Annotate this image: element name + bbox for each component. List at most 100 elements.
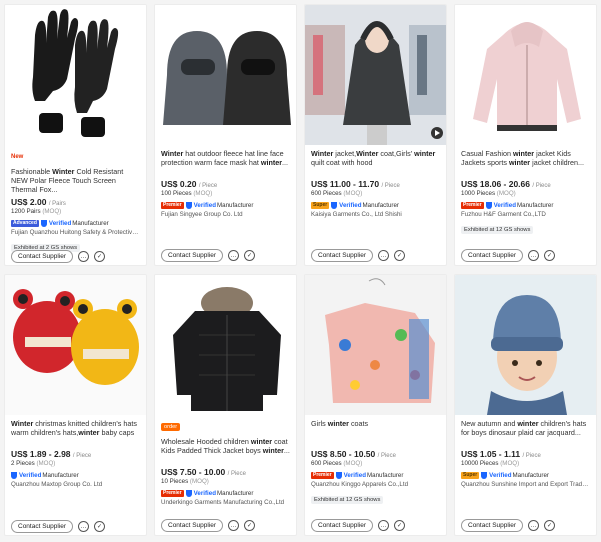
product-card[interactable]: Winter jacket,Winter coat,Girls' winter … <box>304 4 447 266</box>
manufacturer-label: Manufacturer <box>512 471 549 479</box>
product-info: Winter hat outdoor fleece hat line face … <box>155 149 296 218</box>
supplier-name[interactable]: Quanzhou Kinggo Apparels Co.,Ltd <box>311 481 440 488</box>
supplier-name[interactable]: Kaisiya Garments Co., Ltd Shishi <box>311 211 440 218</box>
supplier-name[interactable]: Quanzhou Maxtop Group Co. Ltd <box>11 481 140 488</box>
price: US$ 1.89 - 2.98 / Piece <box>11 449 140 459</box>
chat-icon[interactable]: … <box>528 250 540 261</box>
verified-label: Verified <box>48 219 72 227</box>
product-image[interactable] <box>155 5 296 145</box>
moq-quantity: 10 Pieces <box>161 478 189 485</box>
moq-label: (MOQ) <box>189 478 209 485</box>
manufacturer-label: Manufacturer <box>366 471 404 479</box>
supplier-badges: Premier Verified Manufacturer <box>161 201 290 209</box>
product-title[interactable]: Fashionable Winter Cold Resistant NEW Po… <box>11 167 140 194</box>
moq-label: (MOQ) <box>343 460 363 467</box>
contact-supplier-button[interactable]: Contact Supplier <box>311 249 374 262</box>
verified-shield-icon <box>185 201 192 209</box>
product-image[interactable] <box>455 275 596 415</box>
supplier-name[interactable]: Fuzhou H&F Garment Co.,LTD <box>461 211 590 218</box>
product-image[interactable] <box>305 5 446 145</box>
moq-quantity: 2 Pieces <box>11 460 35 467</box>
checkmark-icon[interactable]: ✓ <box>394 250 406 261</box>
verified-shield-icon <box>185 489 192 497</box>
super-badge: Super <box>461 471 480 479</box>
product-card[interactable]: New Fashionable Winter Cold Resistant NE… <box>4 4 147 266</box>
price: US$ 8.50 - 10.50 / Piece <box>311 449 440 459</box>
supplier-name[interactable]: Underkingo Garments Manufacturing Co.,Lt… <box>161 499 290 506</box>
price-value: US$ 1.89 - 2.98 <box>11 449 71 459</box>
chat-icon[interactable]: … <box>78 251 90 262</box>
checkmark-icon[interactable]: ✓ <box>394 520 406 531</box>
contact-supplier-button[interactable]: Contact Supplier <box>311 519 374 532</box>
product-image[interactable] <box>5 5 146 145</box>
verified-shield-icon <box>11 471 17 479</box>
verified-label: Verified <box>339 201 362 209</box>
chat-icon[interactable]: … <box>228 520 240 531</box>
moq: 600 Pieces (MOQ) <box>311 190 440 197</box>
product-title[interactable]: Winter jacket,Winter coat,Girls' winter … <box>311 149 440 176</box>
product-card[interactable]: New autumn and winter children's hats fo… <box>454 274 597 536</box>
chat-icon[interactable]: … <box>528 520 540 531</box>
product-title[interactable]: New autumn and winter children's hats fo… <box>461 419 590 446</box>
card-actions: Contact Supplier … ✓ <box>11 520 106 533</box>
manufacturer-label: Manufacturer <box>42 471 79 479</box>
price: US$ 7.50 - 10.00 / Piece <box>161 467 290 477</box>
contact-supplier-button[interactable]: Contact Supplier <box>461 249 524 262</box>
product-card[interactable]: Winter hat outdoor fleece hat line face … <box>154 4 297 266</box>
checkmark-icon[interactable]: ✓ <box>544 520 556 531</box>
price-unit: / Piece <box>522 453 541 459</box>
moq: 100 Pieces (MOQ) <box>161 190 290 197</box>
product-image[interactable] <box>305 275 446 415</box>
product-card[interactable]: Girls winter coats US$ 8.50 - 10.50 / Pi… <box>304 274 447 536</box>
price-unit: / Pairs <box>48 201 66 207</box>
manufacturer-label: Manufacturer <box>216 201 254 209</box>
checkmark-icon[interactable]: ✓ <box>94 521 106 532</box>
product-title[interactable]: Wholesale Hooded children winter coat Ki… <box>161 437 290 464</box>
price-unit: / Piece <box>198 183 218 189</box>
checkmark-icon[interactable]: ✓ <box>244 520 256 531</box>
checkmark-icon[interactable]: ✓ <box>94 251 106 262</box>
verified-shield-icon <box>331 201 338 209</box>
moq-label: (MOQ) <box>42 208 62 215</box>
price: US$ 11.00 - 11.70 / Piece <box>311 179 440 189</box>
product-image[interactable] <box>5 275 146 415</box>
card-actions: Contact Supplier … ✓ <box>11 250 106 263</box>
price-value: US$ 7.50 - 10.00 <box>161 467 226 477</box>
chat-icon[interactable]: … <box>228 250 240 261</box>
premier-badge: Premier <box>461 201 484 209</box>
contact-supplier-button[interactable]: Contact Supplier <box>161 249 224 262</box>
supplier-name[interactable]: Quanzhou Sunshine Import and Export Trad… <box>461 481 590 488</box>
chat-icon[interactable]: … <box>78 521 90 532</box>
price-unit: / Piece <box>532 183 551 189</box>
contact-supplier-button[interactable]: Contact Supplier <box>11 250 74 263</box>
product-title[interactable]: Winter hat outdoor fleece hat line face … <box>161 149 290 176</box>
card-actions: Contact Supplier … ✓ <box>461 519 556 532</box>
premier-badge: Premier <box>311 471 334 479</box>
product-title[interactable]: Casual Fashion winter jacket Kids Jacket… <box>461 149 590 176</box>
checkmark-icon[interactable]: ✓ <box>244 250 256 261</box>
product-title[interactable]: Winter christmas knitted children's hats… <box>11 419 140 446</box>
moq-quantity: 10000 Pieces <box>461 460 499 467</box>
price-value: US$ 0.20 <box>161 179 197 189</box>
moq-quantity: 100 Pieces <box>161 190 192 197</box>
moq-label: (MOQ) <box>496 190 516 197</box>
contact-supplier-button[interactable]: Contact Supplier <box>461 519 524 532</box>
moq: 1200 Pairs (MOQ) <box>11 208 140 215</box>
checkmark-icon[interactable]: ✓ <box>544 250 556 261</box>
price-value: US$ 18.06 - 20.66 <box>461 179 530 189</box>
product-title[interactable]: Girls winter coats <box>311 419 440 446</box>
product-card[interactable]: order Wholesale Hooded children winter c… <box>154 274 297 536</box>
product-image[interactable] <box>155 275 296 415</box>
supplier-name[interactable]: Fujian Singyee Group Co. Ltd <box>161 211 290 218</box>
supplier-badges: Super Verified Manufacturer <box>311 201 440 209</box>
chat-icon[interactable]: … <box>378 520 390 531</box>
product-card[interactable]: Casual Fashion winter jacket Kids Jacket… <box>454 4 597 266</box>
price-unit: / Piece <box>72 453 92 459</box>
moq-quantity: 1000 Pieces <box>461 190 496 197</box>
supplier-name[interactable]: Fujian Quanzhou Huitong Safety & Protect… <box>11 229 140 236</box>
chat-icon[interactable]: … <box>378 250 390 261</box>
product-card[interactable]: Winter christmas knitted children's hats… <box>4 274 147 536</box>
contact-supplier-button[interactable]: Contact Supplier <box>11 520 74 533</box>
product-image[interactable] <box>455 5 596 145</box>
contact-supplier-button[interactable]: Contact Supplier <box>161 519 224 532</box>
